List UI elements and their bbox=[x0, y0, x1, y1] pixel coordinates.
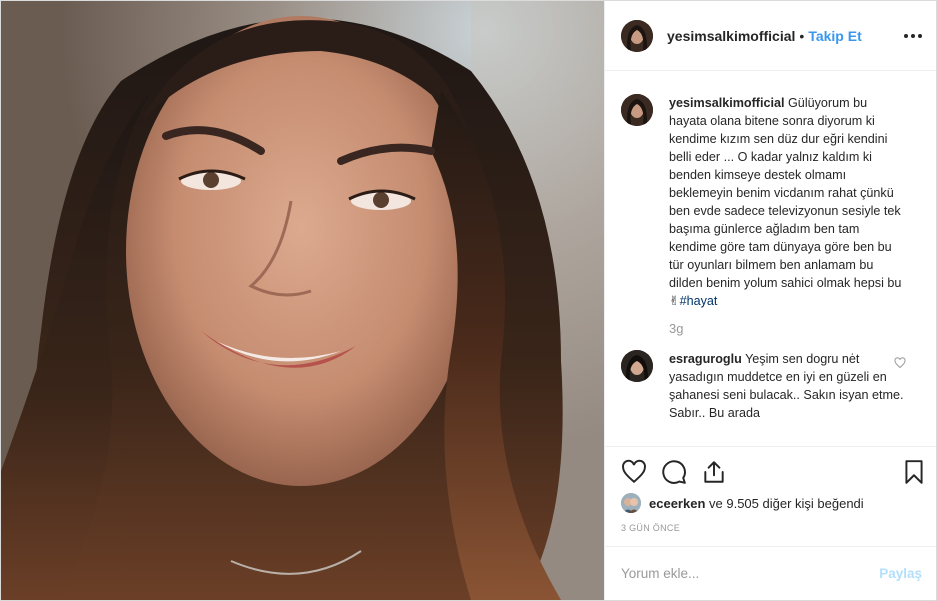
caption: yesimsalkimofficial Gülüyorum bu hayata … bbox=[621, 94, 920, 310]
comments-section[interactable]: yesimsalkimofficial Gülüyorum bu hayata … bbox=[605, 72, 936, 445]
commenter-avatar[interactable] bbox=[621, 350, 653, 382]
caption-username[interactable]: yesimsalkimofficial bbox=[669, 96, 785, 110]
caption-avatar[interactable] bbox=[621, 94, 653, 126]
likes-count-text: ve 9.505 diğer kişi beğendi bbox=[709, 495, 864, 511]
comment-like-heart-icon[interactable] bbox=[894, 356, 906, 372]
liker-avatar[interactable] bbox=[621, 493, 641, 513]
post-header: yesimsalkimofficial • Takip Et bbox=[605, 1, 936, 71]
comment-icon[interactable] bbox=[661, 459, 687, 485]
heart-icon[interactable] bbox=[621, 459, 647, 485]
comment: esraguroglu Yeşim sen dogru nėt yasadıgı… bbox=[621, 350, 920, 422]
author-username[interactable]: yesimsalkimofficial bbox=[667, 28, 795, 44]
share-icon[interactable] bbox=[701, 459, 727, 485]
caption-text: Gülüyorum bu hayata olana bitene sonra d… bbox=[669, 96, 902, 290]
bookmark-icon[interactable] bbox=[901, 459, 927, 485]
victory-hand-emoji: ✌ bbox=[669, 294, 680, 308]
instagram-post: yesimsalkimofficial • Takip Et yesimsalk… bbox=[0, 0, 937, 601]
action-bar bbox=[605, 446, 936, 496]
hashtag-link[interactable]: #hayat bbox=[680, 294, 718, 308]
more-options-icon[interactable] bbox=[904, 29, 922, 43]
caption-time[interactable]: 3g bbox=[669, 321, 920, 336]
author-avatar[interactable] bbox=[621, 19, 653, 52]
likes-summary[interactable]: eceerken ve 9.505 diğer kişi beğendi bbox=[621, 493, 864, 513]
comment-input[interactable]: Yorum ekle... bbox=[621, 566, 879, 581]
post-side-panel: yesimsalkimofficial • Takip Et yesimsalk… bbox=[604, 1, 936, 600]
commenter-username[interactable]: esraguroglu bbox=[669, 352, 742, 366]
post-photo[interactable] bbox=[1, 1, 604, 600]
follow-button[interactable]: Takip Et bbox=[808, 28, 861, 44]
selfie-image bbox=[1, 1, 604, 600]
liker-username[interactable]: eceerken bbox=[649, 496, 705, 511]
add-comment-bar: Yorum ekle... Paylaş bbox=[605, 546, 936, 600]
post-timestamp[interactable]: 3 GÜN ÖNCE bbox=[621, 523, 680, 533]
separator-dot: • bbox=[799, 27, 805, 44]
comment-text-block: esraguroglu Yeşim sen dogru nėt yasadıgı… bbox=[669, 350, 905, 422]
post-comment-button[interactable]: Paylaş bbox=[879, 566, 922, 581]
caption-text-block: yesimsalkimofficial Gülüyorum bu hayata … bbox=[669, 94, 905, 310]
